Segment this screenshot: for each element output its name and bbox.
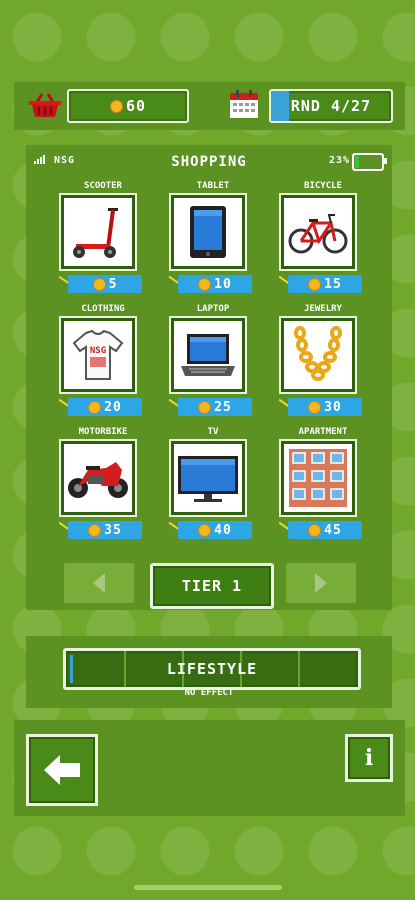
laptop-icon[interactable] bbox=[171, 318, 245, 392]
coin-icon bbox=[92, 277, 106, 291]
apartment-icon[interactable] bbox=[281, 441, 355, 515]
shop-item[interactable]: JEWELRY 30 bbox=[278, 304, 368, 424]
item-price: 40 bbox=[214, 522, 232, 538]
tshirt-text: NSG bbox=[90, 346, 106, 356]
item-price: 35 bbox=[104, 522, 122, 538]
item-label: SCOOTER bbox=[84, 181, 122, 191]
price-tag: 30 bbox=[278, 398, 364, 416]
lifestyle-meter: LIFESTYLE bbox=[63, 648, 361, 690]
item-price: 10 bbox=[214, 276, 232, 292]
item-price: 30 bbox=[324, 399, 342, 415]
price-tag: 5 bbox=[58, 275, 144, 293]
arrow-left-icon bbox=[44, 755, 80, 785]
item-label: APARTMENT bbox=[298, 427, 348, 437]
battery-icon bbox=[352, 153, 387, 171]
price-tag: 35 bbox=[58, 521, 144, 539]
coin-icon bbox=[198, 523, 212, 537]
battery-fill bbox=[355, 156, 360, 168]
price-tag: 20 bbox=[58, 398, 144, 416]
price-tag: 40 bbox=[168, 521, 254, 539]
item-label: CLOTHING bbox=[81, 304, 125, 314]
shop-item[interactable]: LAPTOP 25 bbox=[168, 304, 258, 424]
item-price: 25 bbox=[214, 399, 232, 415]
tier-label[interactable]: TIER 1 bbox=[150, 563, 274, 609]
coin-amount: 60 bbox=[125, 97, 147, 115]
shopping-basket-icon[interactable] bbox=[28, 92, 62, 118]
bicycle-icon[interactable] bbox=[281, 195, 355, 269]
arrow-right-icon bbox=[315, 573, 327, 593]
item-price: 15 bbox=[324, 276, 342, 292]
battery-percent: 23% bbox=[328, 155, 350, 166]
lifestyle-label: LIFESTYLE bbox=[166, 660, 258, 678]
shop-item[interactable]: TABLET 10 bbox=[168, 181, 258, 301]
coin-icon bbox=[88, 523, 102, 537]
arrow-left-icon bbox=[93, 573, 105, 593]
phone-status-bar: NSG SHOPPING 23% bbox=[26, 151, 392, 171]
item-label: BICYCLE bbox=[304, 181, 342, 191]
shop-item[interactable]: MOTORBIKE 35 bbox=[58, 427, 148, 547]
price-tag: 25 bbox=[168, 398, 254, 416]
item-label: TV bbox=[207, 427, 219, 437]
price-tag: 15 bbox=[278, 275, 364, 293]
item-label: TABLET bbox=[196, 181, 230, 191]
round-label: RND 4/27 bbox=[290, 97, 372, 115]
tier-next-button[interactable] bbox=[286, 563, 356, 603]
lifestyle-effect: NO EFFECT bbox=[184, 688, 234, 698]
shop-item[interactable]: SCOOTER 5 bbox=[58, 181, 148, 301]
item-label: LAPTOP bbox=[196, 304, 230, 314]
shop-item[interactable]: BICYCLE 15 bbox=[278, 181, 368, 301]
price-tag: 45 bbox=[278, 521, 364, 539]
gold-chain-icon[interactable] bbox=[281, 318, 355, 392]
coin-icon bbox=[308, 523, 322, 537]
item-label: JEWELRY bbox=[304, 304, 342, 314]
item-label: MOTORBIKE bbox=[78, 427, 128, 437]
info-button[interactable]: i bbox=[345, 734, 393, 782]
info-icon: i bbox=[364, 745, 374, 771]
calendar-icon[interactable] bbox=[229, 89, 259, 119]
shopping-panel: NSG SHOPPING 23% SCOOTER 5 TABLET 10 BIC… bbox=[26, 145, 392, 610]
top-bar: 60 RND 4/27 bbox=[14, 82, 405, 130]
lifestyle-panel: LIFESTYLE NO EFFECT bbox=[26, 636, 392, 708]
tier-selector: TIER 1 bbox=[64, 563, 356, 609]
coin-icon bbox=[308, 400, 322, 414]
coin-icon bbox=[109, 99, 123, 113]
item-price: 5 bbox=[108, 276, 118, 292]
coin-icon bbox=[308, 277, 322, 291]
back-button[interactable] bbox=[26, 734, 98, 806]
coin-icon bbox=[198, 277, 212, 291]
shop-item[interactable]: TV 40 bbox=[168, 427, 258, 547]
round-counter: RND 4/27 bbox=[269, 89, 393, 123]
coin-icon bbox=[198, 400, 212, 414]
coin-icon bbox=[88, 400, 102, 414]
shop-item[interactable]: APARTMENT 45 bbox=[278, 427, 368, 547]
tshirt-icon[interactable]: NSG bbox=[61, 318, 135, 392]
item-price: 45 bbox=[324, 522, 342, 538]
bottom-bar: i bbox=[14, 720, 405, 816]
item-price: 20 bbox=[104, 399, 122, 415]
price-tag: 10 bbox=[168, 275, 254, 293]
scooter-icon[interactable] bbox=[61, 195, 135, 269]
motorbike-icon[interactable] bbox=[61, 441, 135, 515]
home-indicator bbox=[134, 885, 282, 890]
tier-prev-button[interactable] bbox=[64, 563, 134, 603]
coin-balance: 60 bbox=[67, 89, 189, 123]
tablet-icon[interactable] bbox=[171, 195, 245, 269]
shop-item[interactable]: CLOTHING NSG 20 bbox=[58, 304, 148, 424]
tv-icon[interactable] bbox=[171, 441, 245, 515]
